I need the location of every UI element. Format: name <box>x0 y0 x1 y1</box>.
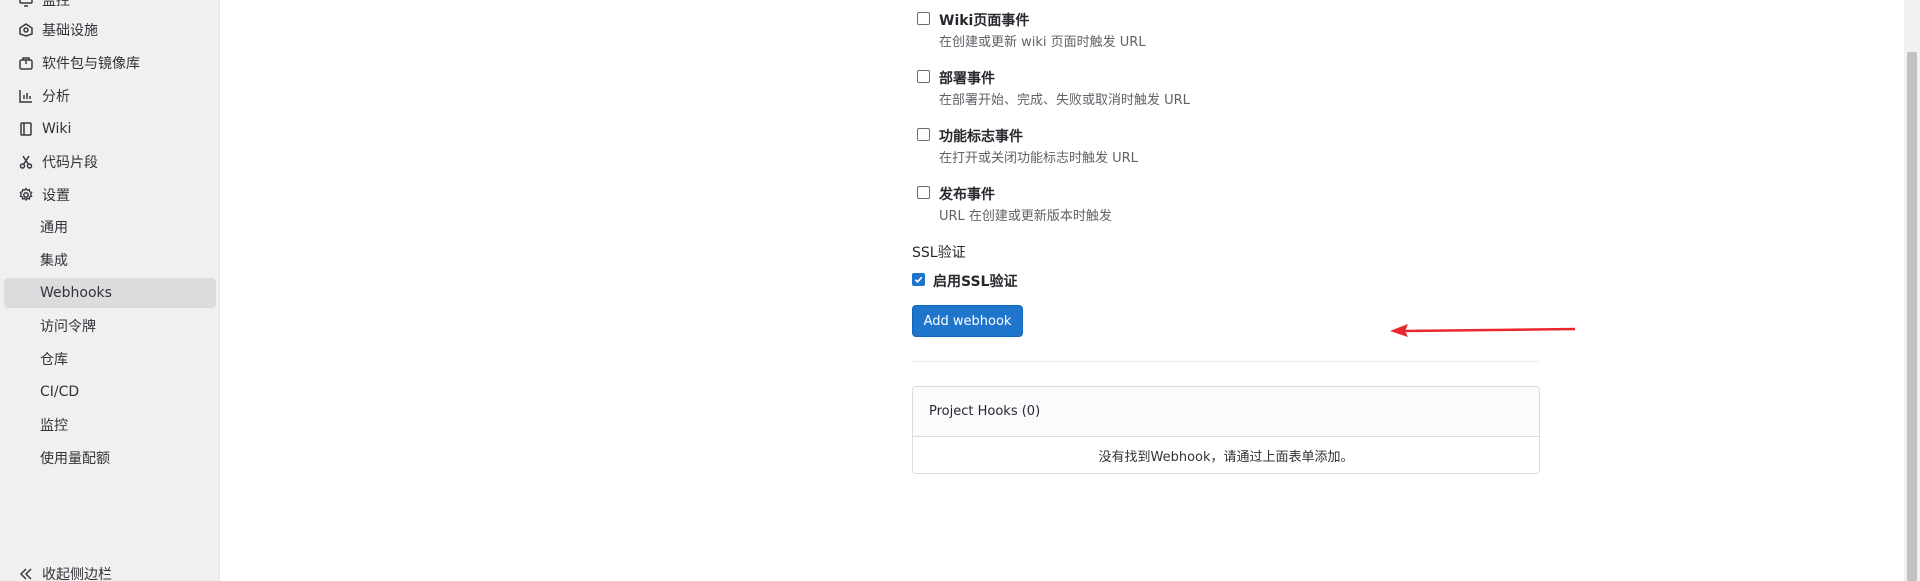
event-description: 在创建或更新 wiki 页面时触发 URL <box>939 35 1146 50</box>
sidebar-subitem-label: 集成 <box>40 253 68 269</box>
sidebar-item-label: 基础设施 <box>42 23 98 39</box>
event-title: 功能标志事件 <box>939 129 1023 145</box>
sidebar-subitem-integrations[interactable]: 集成 <box>4 245 216 275</box>
sidebar-item-infrastructure[interactable]: 基础设施 <box>4 15 216 45</box>
sidebar-item-label: 设置 <box>42 188 70 204</box>
sidebar-item-label: 代码片段 <box>42 155 98 171</box>
ssl-verification-heading: SSL验证 <box>912 245 966 261</box>
enable-ssl-label: 启用SSL验证 <box>933 274 1018 290</box>
sidebar-item-packages[interactable]: 软件包与镜像库 <box>4 48 216 78</box>
event-title: Wiki页面事件 <box>939 13 1030 29</box>
event-description: 在部署开始、完成、失败或取消时触发 URL <box>939 93 1190 108</box>
sidebar-subitem-label: 仓库 <box>40 352 68 368</box>
project-hooks-card: Project Hooks (0) 没有找到Webhook，请通过上面表单添加。 <box>912 386 1540 474</box>
annotation-arrow <box>1390 324 1576 337</box>
sidebar: 监控 基础设施 软件包与镜像库 分析 Wiki 代码片段 设置 通用 集成 We… <box>0 0 220 581</box>
sidebar-item-label: 软件包与镜像库 <box>42 56 140 72</box>
sidebar-item-monitor[interactable]: 监控 <box>4 0 216 15</box>
sidebar-item-label: Wiki <box>42 121 72 137</box>
feature-flag-events-checkbox[interactable] <box>917 128 930 141</box>
project-hooks-empty-message: 没有找到Webhook，请通过上面表单添加。 <box>1098 450 1354 465</box>
chart-icon <box>18 88 34 104</box>
enable-ssl-checkbox[interactable] <box>912 273 925 286</box>
sidebar-subitem-cicd[interactable]: CI/CD <box>4 377 216 407</box>
infrastructure-icon <box>18 22 34 38</box>
sidebar-item-snippets[interactable]: 代码片段 <box>4 147 216 177</box>
section-divider <box>912 361 1540 362</box>
sidebar-subitem-usage-quotas[interactable]: 使用量配额 <box>4 443 216 473</box>
release-events-checkbox[interactable] <box>917 186 930 199</box>
book-icon <box>18 121 34 137</box>
sidebar-subitem-label: Webhooks <box>40 285 112 301</box>
sidebar-subitem-label: 访问令牌 <box>40 319 96 335</box>
sidebar-subitem-monitor[interactable]: 监控 <box>4 410 216 440</box>
event-description: 在打开或关闭功能标志时触发 URL <box>939 151 1138 166</box>
event-title: 发布事件 <box>939 187 995 203</box>
event-title: 部署事件 <box>939 71 995 87</box>
vertical-scrollbar[interactable] <box>1904 0 1920 581</box>
sidebar-item-label: 分析 <box>42 89 70 105</box>
package-icon <box>18 55 34 71</box>
scrollbar-thumb[interactable] <box>1907 52 1917 581</box>
sidebar-item-label: 监控 <box>42 0 70 9</box>
checkmark-icon <box>914 276 923 284</box>
sidebar-subitem-label: CI/CD <box>40 384 80 400</box>
main-content: Wiki页面事件 在创建或更新 wiki 页面时触发 URL 部署事件 在部署开… <box>220 0 1920 581</box>
deployment-events-checkbox[interactable] <box>917 70 930 83</box>
sidebar-subitem-label: 使用量配额 <box>40 451 110 467</box>
sidebar-item-settings[interactable]: 设置 <box>4 180 216 210</box>
gear-icon <box>18 187 34 203</box>
collapse-sidebar-label: 收起侧边栏 <box>42 567 112 581</box>
event-description: URL 在创建或更新版本时触发 <box>939 209 1112 224</box>
collapse-sidebar-button[interactable]: 收起侧边栏 <box>4 559 216 581</box>
monitor-icon <box>18 0 34 8</box>
sidebar-subitem-label: 监控 <box>40 418 68 434</box>
sidebar-subitem-label: 通用 <box>40 220 68 236</box>
sidebar-subitem-repository[interactable]: 仓库 <box>4 344 216 374</box>
snippet-icon <box>18 154 34 170</box>
sidebar-subitem-access-tokens[interactable]: 访问令牌 <box>4 311 216 341</box>
sidebar-subitem-general[interactable]: 通用 <box>4 212 216 242</box>
sidebar-item-wiki[interactable]: Wiki <box>4 114 216 144</box>
project-hooks-title: Project Hooks (0) <box>913 387 1539 437</box>
wiki-events-checkbox[interactable] <box>917 12 930 25</box>
double-chevron-left-icon <box>18 566 34 581</box>
add-webhook-button[interactable]: Add webhook <box>912 305 1023 337</box>
sidebar-item-analytics[interactable]: 分析 <box>4 81 216 111</box>
sidebar-subitem-webhooks[interactable]: Webhooks <box>4 278 216 308</box>
